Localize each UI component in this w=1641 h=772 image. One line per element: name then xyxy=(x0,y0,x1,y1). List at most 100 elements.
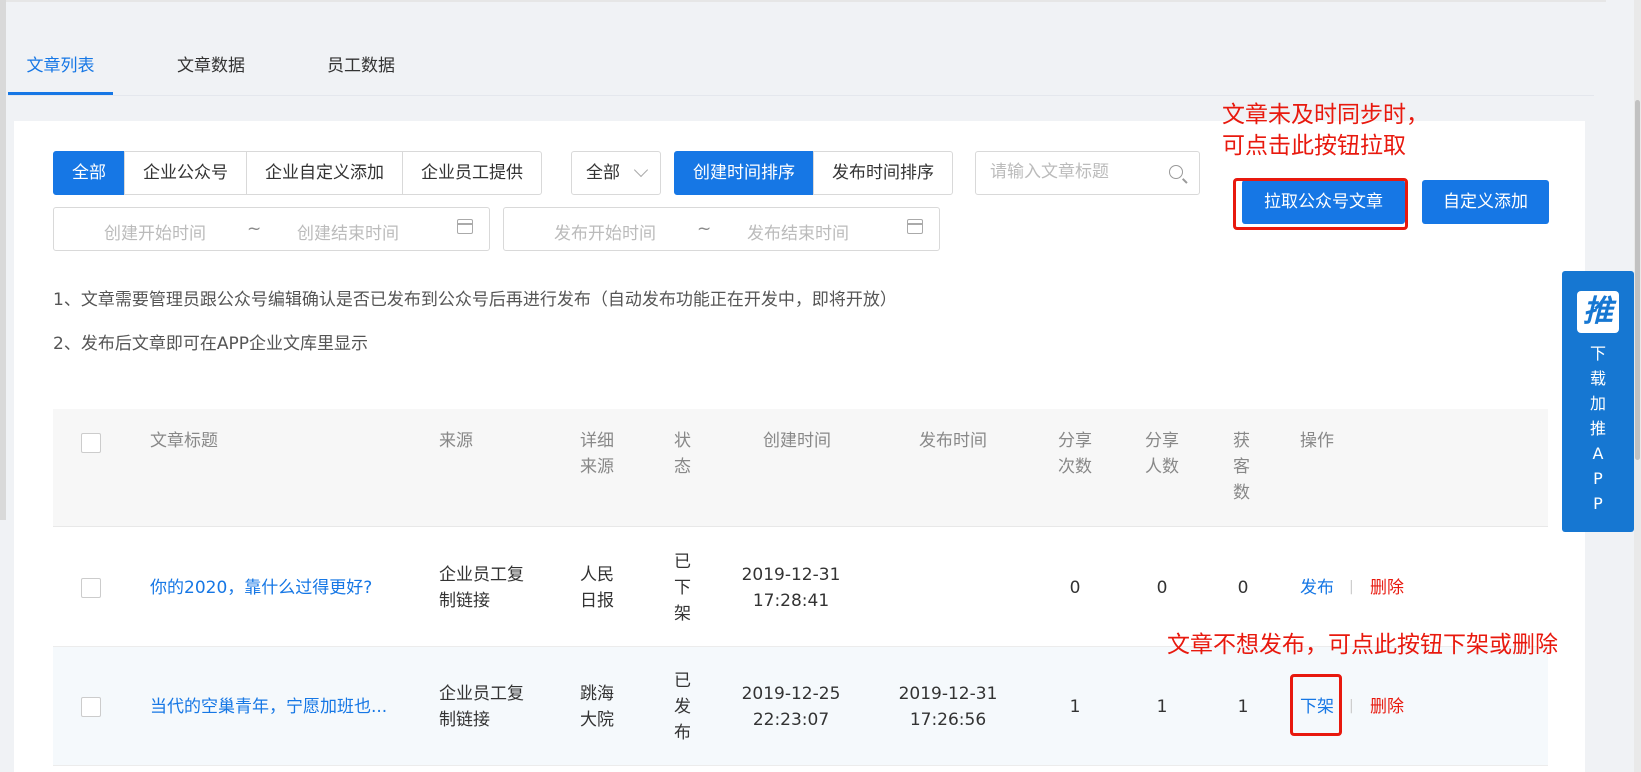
row-status-l2: 发 xyxy=(674,697,691,717)
create-date-range[interactable]: 创建开始时间 ~ 创建结束时间 xyxy=(53,207,490,251)
status-select-value: 全部 xyxy=(586,163,620,183)
header-share-users-l1: 分享 xyxy=(1145,431,1179,451)
header-customers: 获 客 数 xyxy=(1233,428,1253,506)
row-created-time: 22:23:07 xyxy=(752,710,830,730)
side-char: P xyxy=(1593,494,1603,513)
sort-by-published-button[interactable]: 发布时间排序 xyxy=(813,151,953,195)
row-share-users: 1 xyxy=(1156,697,1168,717)
op-separator: | xyxy=(1349,698,1354,714)
note-2: 2、发布后文章即可在APP企业文库里显示 xyxy=(53,334,368,354)
side-char: A xyxy=(1592,444,1604,463)
sort-by-created-button[interactable]: 创建时间排序 xyxy=(674,151,814,195)
create-start-placeholder: 创建开始时间 xyxy=(104,224,206,244)
side-char: 下 xyxy=(1589,344,1606,363)
tab-article-list[interactable]: 文章列表 xyxy=(8,46,113,95)
delete-button[interactable]: 删除 xyxy=(1370,694,1404,720)
pull-hint-line2: 可点击此按钮拉取 xyxy=(1222,133,1406,159)
unpublish-hint: 文章不想发布，可点此按钮下架或删除 xyxy=(1167,632,1558,658)
scrollbar[interactable] xyxy=(1634,0,1641,772)
app-logo-icon: 推 xyxy=(1577,291,1619,333)
row-status-l2: 下 xyxy=(674,578,691,598)
header-customers-l2: 客 xyxy=(1233,457,1250,477)
filter-employee-provided-button[interactable]: 企业员工提供 xyxy=(402,151,542,195)
status-select[interactable]: 全部 xyxy=(571,151,661,195)
row-published-date: 2019-12-31 xyxy=(898,684,998,704)
row-published-time: 17:26:56 xyxy=(909,710,987,730)
download-app-widget[interactable]: 推 下 载 加 推 A P P xyxy=(1562,271,1634,532)
source-filter-group: 全部 企业公众号 企业自定义添加 企业员工提供 xyxy=(53,151,542,195)
header-source: 来源 xyxy=(439,431,473,451)
search-box xyxy=(975,151,1200,195)
calendar-icon xyxy=(457,219,473,234)
row-created: 2019-12-31 17:28:41 xyxy=(736,562,846,614)
row-detail-source-l2: 日报 xyxy=(580,591,614,611)
row-detail-source: 跳海 大院 xyxy=(580,681,614,733)
header-share-users: 分享 人数 xyxy=(1145,428,1185,480)
row-status: 已 发 布 xyxy=(674,668,691,746)
row-share-users: 0 xyxy=(1156,578,1168,598)
unpublish-highlight-box xyxy=(1290,674,1342,736)
side-char: 加 xyxy=(1589,394,1606,413)
row-created-date: 2019-12-31 xyxy=(741,565,841,585)
publish-date-range[interactable]: 发布开始时间 ~ 发布结束时间 xyxy=(503,207,940,251)
row-created-date: 2019-12-25 xyxy=(741,684,841,704)
row-customers: 1 xyxy=(1237,697,1249,717)
filter-official-account-button[interactable]: 企业公众号 xyxy=(124,151,247,195)
calendar-icon xyxy=(907,219,923,234)
header-created: 创建时间 xyxy=(763,431,831,451)
side-char: P xyxy=(1593,469,1603,488)
note-1: 1、文章需要管理员跟公众号编辑确认是否已发布到公众号后再进行发布（自动发布功能正… xyxy=(53,290,897,310)
row-source: 企业员工复 制链接 xyxy=(439,562,524,614)
scrollbar-thumb[interactable] xyxy=(1635,100,1640,460)
header-status-l2: 态 xyxy=(674,457,691,477)
row-status-l1: 已 xyxy=(674,552,691,572)
publish-button[interactable]: 发布 xyxy=(1300,575,1334,601)
pull-highlight-box xyxy=(1233,178,1408,230)
row-status-l1: 已 xyxy=(674,671,691,691)
header-ops: 操作 xyxy=(1300,431,1334,451)
select-all-checkbox[interactable] xyxy=(81,433,101,453)
row-detail-source-l1: 跳海 xyxy=(580,684,614,704)
article-title-link[interactable]: 当代的空巢青年，宁愿加班也... xyxy=(150,694,387,720)
row-created: 2019-12-25 22:23:07 xyxy=(736,681,846,733)
search-input[interactable] xyxy=(990,152,1170,192)
download-app-text: 下 载 加 推 A P P xyxy=(1562,341,1634,516)
header-share-users-l2: 人数 xyxy=(1145,457,1179,477)
row-detail-source: 人民 日报 xyxy=(580,562,614,614)
header-share-count: 分享 次数 xyxy=(1058,428,1098,480)
article-title-link[interactable]: 你的2020，靠什么过得更好? xyxy=(150,575,372,601)
row-source: 企业员工复 制链接 xyxy=(439,681,524,733)
row-source-l2: 制链接 xyxy=(439,591,490,611)
table-header: 文章标题 来源 详细 来源 状 态 创建时间 发布时间 分享 次数 分享 人数 … xyxy=(53,409,1548,527)
search-icon[interactable] xyxy=(1169,165,1183,179)
header-share-count-l1: 分享 xyxy=(1058,431,1092,451)
side-char: 推 xyxy=(1589,419,1606,438)
row-detail-source-l2: 大院 xyxy=(580,710,614,730)
custom-add-button[interactable]: 自定义添加 xyxy=(1422,180,1549,224)
filter-custom-added-button[interactable]: 企业自定义添加 xyxy=(246,151,403,195)
create-range-separator: ~ xyxy=(247,219,262,239)
row-detail-source-l1: 人民 xyxy=(580,565,614,585)
row-source-l2: 制链接 xyxy=(439,710,490,730)
row-share-count: 0 xyxy=(1069,578,1081,598)
filter-all-button[interactable]: 全部 xyxy=(53,151,125,195)
page: 文章列表 文章数据 员工数据 全部 企业公众号 企业自定义添加 企业员工提供 全… xyxy=(0,0,1641,772)
top-strip xyxy=(6,0,1606,2)
row-status-l3: 布 xyxy=(674,723,691,743)
row-share-count: 1 xyxy=(1069,697,1081,717)
tab-article-data[interactable]: 文章数据 xyxy=(166,46,256,95)
header-detail-source-l1: 详细 xyxy=(580,431,614,451)
row-checkbox[interactable] xyxy=(81,578,101,598)
header-customers-l1: 获 xyxy=(1233,431,1250,451)
row-published: 2019-12-31 17:26:56 xyxy=(893,681,1003,733)
header-share-count-l2: 次数 xyxy=(1058,457,1092,477)
row-checkbox[interactable] xyxy=(81,697,101,717)
chevron-down-icon xyxy=(633,162,649,178)
create-end-placeholder: 创建结束时间 xyxy=(297,224,399,244)
header-status: 状 态 xyxy=(674,428,694,480)
delete-button[interactable]: 删除 xyxy=(1370,575,1404,601)
publish-range-separator: ~ xyxy=(697,219,712,239)
row-status: 已 下 架 xyxy=(674,549,691,627)
op-separator: | xyxy=(1349,579,1354,595)
tab-employee-data[interactable]: 员工数据 xyxy=(316,46,406,95)
